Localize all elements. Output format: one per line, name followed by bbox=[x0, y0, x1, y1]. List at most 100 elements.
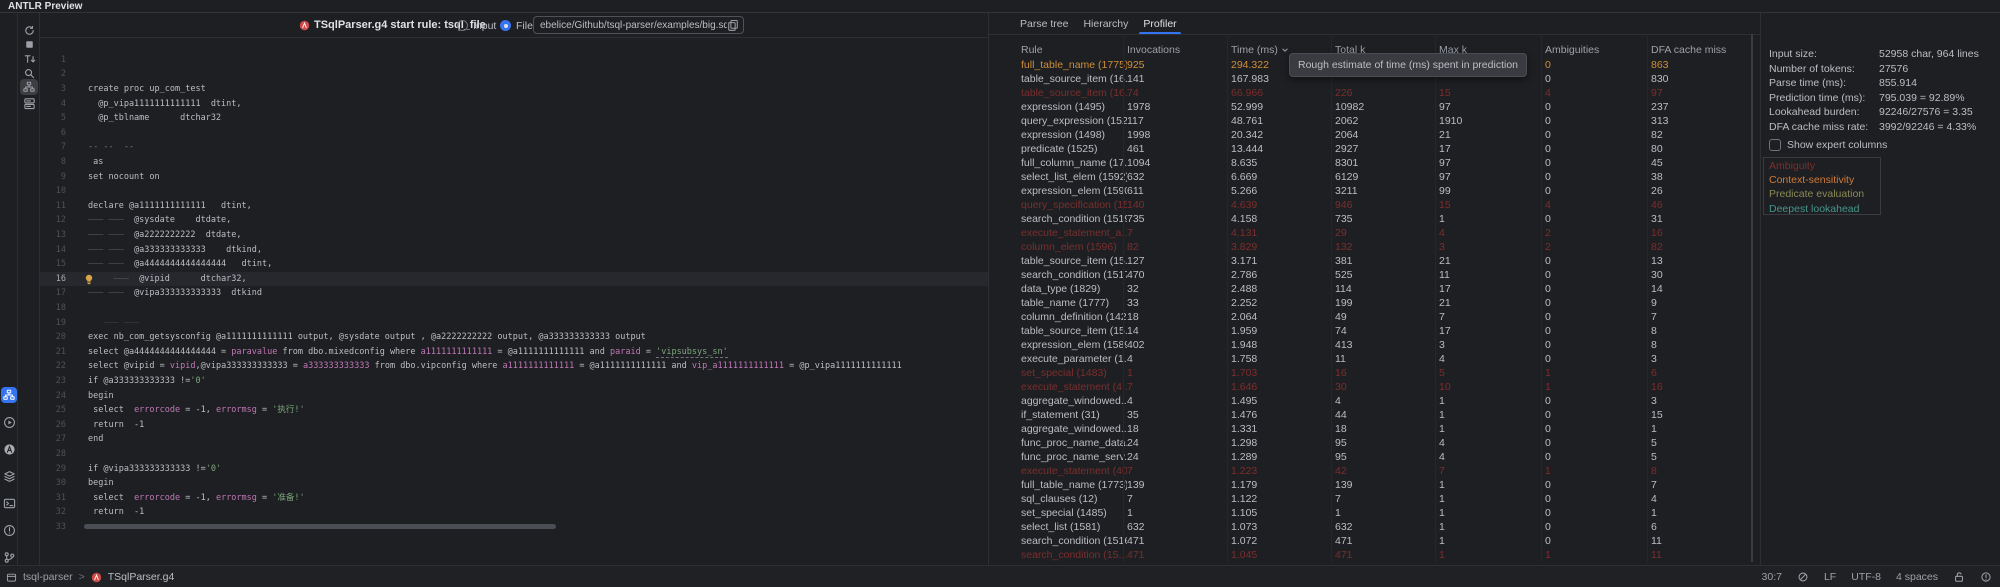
profiler-row[interactable]: sql_clauses (12)71.1227104 bbox=[989, 492, 1749, 506]
profiler-row[interactable]: execute_statement_a...74.131294216 bbox=[989, 226, 1749, 240]
code-line-21[interactable]: 21select @a4444444444444444 = paravalue … bbox=[40, 345, 988, 360]
profiler-row[interactable]: table_source_item (16...7466.96622615497 bbox=[989, 86, 1749, 100]
code-line-11[interactable]: 11declare @a1111111111111 dtint, bbox=[40, 199, 988, 214]
structure-view-icon[interactable] bbox=[20, 79, 38, 95]
code-line-8[interactable]: 8 as bbox=[40, 155, 988, 170]
code-line-24[interactable]: 24begin bbox=[40, 389, 988, 404]
profiler-row[interactable]: select_list_elem (1592)6326.669612997038 bbox=[989, 170, 1749, 184]
code-line-28[interactable]: 28 bbox=[40, 447, 988, 462]
profiler-row[interactable]: execute_statement (4...71.6463010116 bbox=[989, 380, 1749, 394]
code-line-6[interactable]: 6 bbox=[40, 126, 988, 141]
profiler-row[interactable]: if_statement (31)351.476441015 bbox=[989, 408, 1749, 422]
code-line-13[interactable]: 13——— ——— @a2222222222 dtdate, bbox=[40, 228, 988, 243]
services-tool-icon[interactable] bbox=[1, 468, 17, 484]
breadcrumb-project[interactable]: tsql-parser bbox=[23, 571, 73, 583]
code-line-1[interactable]: 1 bbox=[40, 53, 988, 68]
code-line-32[interactable]: 32 return -1 bbox=[40, 505, 988, 520]
input-radio-label[interactable]: Input bbox=[473, 20, 496, 32]
code-editor[interactable]: 123create proc up_com_test4 @p_vipa11111… bbox=[40, 38, 988, 565]
profiler-row[interactable]: search_condition (15...4711.0454711111 bbox=[989, 548, 1749, 562]
profiler-row[interactable]: table_source_item (15...141.959741708 bbox=[989, 324, 1749, 338]
profiler-row[interactable]: query_specification (15...1404.639946154… bbox=[989, 198, 1749, 212]
code-line-3[interactable]: 3create proc up_com_test bbox=[40, 82, 988, 97]
git-branch-icon[interactable] bbox=[1, 549, 17, 565]
problems-tool-icon[interactable] bbox=[1, 522, 17, 538]
code-line-27[interactable]: 27end bbox=[40, 432, 988, 447]
encoding-indicator[interactable]: UTF-8 bbox=[1851, 571, 1881, 583]
tab-profiler[interactable]: Profiler bbox=[1141, 15, 1178, 33]
tab-parse-tree[interactable]: Parse tree bbox=[1018, 15, 1070, 33]
profiler-row[interactable]: execute_parameter (1...41.75811403 bbox=[989, 352, 1749, 366]
profiler-row[interactable]: select_list (1581)6321.073632106 bbox=[989, 520, 1749, 534]
profiler-row[interactable]: expression_elem (1590)6115.266321199026 bbox=[989, 184, 1749, 198]
profiler-row[interactable]: column_elem (1596)823.8291323282 bbox=[989, 240, 1749, 254]
highlighting-off-icon[interactable] bbox=[1797, 571, 1809, 583]
code-line-31[interactable]: 31 select errorcode = -1, errormsg = '准备… bbox=[40, 491, 988, 506]
profiler-row[interactable]: execute_statement (40)71.22342718 bbox=[989, 464, 1749, 478]
profiler-row[interactable]: query_expression (1527)11748.76120621910… bbox=[989, 114, 1749, 128]
code-line-30[interactable]: 30begin bbox=[40, 476, 988, 491]
indent-indicator[interactable]: 4 spaces bbox=[1896, 571, 1938, 583]
code-line-10[interactable]: 10 bbox=[40, 184, 988, 199]
code-line-17[interactable]: 17——— ——— @vipa333333333333 dtkind bbox=[40, 286, 988, 301]
stop-icon[interactable] bbox=[20, 36, 38, 52]
profiler-row[interactable]: predicate (1525)46113.444292717080 bbox=[989, 142, 1749, 156]
profiler-row[interactable]: full_table_name (1773)1391.179139107 bbox=[989, 478, 1749, 492]
profiler-row[interactable]: expression (1498)199820.342206421082 bbox=[989, 128, 1749, 142]
code-line-7[interactable]: 7-- -- -- bbox=[40, 140, 988, 155]
profiler-row[interactable]: search_condition (1519)7354.1587351031 bbox=[989, 212, 1749, 226]
token-list-icon[interactable] bbox=[20, 95, 38, 111]
caret-position[interactable]: 30:7 bbox=[1762, 571, 1782, 583]
column-header-invocations[interactable]: Invocations bbox=[1127, 43, 1231, 57]
profiler-row[interactable]: column_definition (1421)182.06449707 bbox=[989, 310, 1749, 324]
profiler-row[interactable]: table_source_item (15...1273.17138121013 bbox=[989, 254, 1749, 268]
profiler-row[interactable]: aggregate_windowed...41.4954103 bbox=[989, 394, 1749, 408]
profiler-row[interactable]: aggregate_windowed...181.33118101 bbox=[989, 422, 1749, 436]
file-radio-label[interactable]: File bbox=[516, 20, 533, 32]
unlock-icon[interactable] bbox=[1953, 571, 1965, 583]
profiler-row[interactable]: func_proc_name_data...241.29895405 bbox=[989, 436, 1749, 450]
table-scrollbar[interactable] bbox=[1751, 34, 1753, 562]
code-line-26[interactable]: 26 return -1 bbox=[40, 418, 988, 433]
code-line-14[interactable]: 14——— ——— @a333333333333 dtkind, bbox=[40, 243, 988, 258]
antlr-tool-icon[interactable] bbox=[1, 441, 17, 457]
show-expert-columns-label[interactable]: Show expert columns bbox=[1787, 139, 1887, 151]
code-line-9[interactable]: 9set nocount on bbox=[40, 170, 988, 185]
profiler-row[interactable]: expression (1495)197852.99910982970237 bbox=[989, 100, 1749, 114]
tab-hierarchy[interactable]: Hierarchy bbox=[1081, 15, 1130, 33]
code-line-4[interactable]: 4 @p_vipa1111111111111 dtint, bbox=[40, 97, 988, 112]
code-line-2[interactable]: 2 bbox=[40, 67, 988, 82]
show-expert-columns-checkbox[interactable] bbox=[1769, 139, 1781, 151]
code-line-19[interactable]: 19 ——— ——— bbox=[40, 316, 988, 331]
profiler-row[interactable]: func_proc_name_serv...241.28995405 bbox=[989, 450, 1749, 464]
profiler-row[interactable]: data_type (1829)322.48811417014 bbox=[989, 282, 1749, 296]
column-header-dfa-cache-miss[interactable]: DFA cache miss bbox=[1651, 43, 1726, 57]
profiler-row[interactable]: search_condition (1517)4702.78652511030 bbox=[989, 268, 1749, 282]
code-line-5[interactable]: 5 @p_tblname dtchar32 bbox=[40, 111, 988, 126]
code-line-15[interactable]: 15——— ——— @a4444444444444444 dtint, bbox=[40, 257, 988, 272]
code-line-18[interactable]: 18 bbox=[40, 301, 988, 316]
code-line-23[interactable]: 23if @a333333333333 !='0' bbox=[40, 374, 988, 389]
input-file-field[interactable]: ebelice/Github/tsql-parser/examples/big.… bbox=[533, 16, 744, 34]
code-line-29[interactable]: 29if @vipa333333333333 !='0' bbox=[40, 462, 988, 477]
profiler-row[interactable]: full_column_name (17...10948.63583019704… bbox=[989, 156, 1749, 170]
code-line-22[interactable]: 22select @vipid = vipid,@vipa33333333333… bbox=[40, 359, 988, 374]
horizontal-scrollbar[interactable] bbox=[84, 524, 556, 529]
notifications-icon[interactable] bbox=[1980, 571, 1992, 583]
line-ending-indicator[interactable]: LF bbox=[1824, 571, 1836, 583]
code-line-12[interactable]: 12——— ——— @sysdate dtdate, bbox=[40, 213, 988, 228]
profiler-row[interactable]: table_name (1777)332.2521992109 bbox=[989, 296, 1749, 310]
project-window-icon[interactable] bbox=[6, 572, 17, 583]
file-radio[interactable] bbox=[500, 20, 511, 31]
input-radio[interactable] bbox=[457, 20, 468, 31]
breadcrumb-file[interactable]: TSqlParser.g4 bbox=[108, 571, 175, 583]
antlr-preview-tool-icon[interactable] bbox=[1, 387, 17, 403]
code-line-25[interactable]: 25 select errorcode = -1, errormsg = '执行… bbox=[40, 403, 988, 418]
profiler-row[interactable]: search_condition (1516)4711.0724711011 bbox=[989, 534, 1749, 548]
profiler-row[interactable]: expression_elem (1589)4021.948413308 bbox=[989, 338, 1749, 352]
profiler-row[interactable]: set_special (1483)11.70316516 bbox=[989, 366, 1749, 380]
copy-path-icon[interactable] bbox=[727, 19, 739, 31]
column-header-rule[interactable]: Rule bbox=[1021, 43, 1127, 57]
column-header-ambiguities[interactable]: Ambiguities bbox=[1545, 43, 1651, 57]
code-line-20[interactable]: 20exec nb_com_getsysconfig @a11111111111… bbox=[40, 330, 988, 345]
